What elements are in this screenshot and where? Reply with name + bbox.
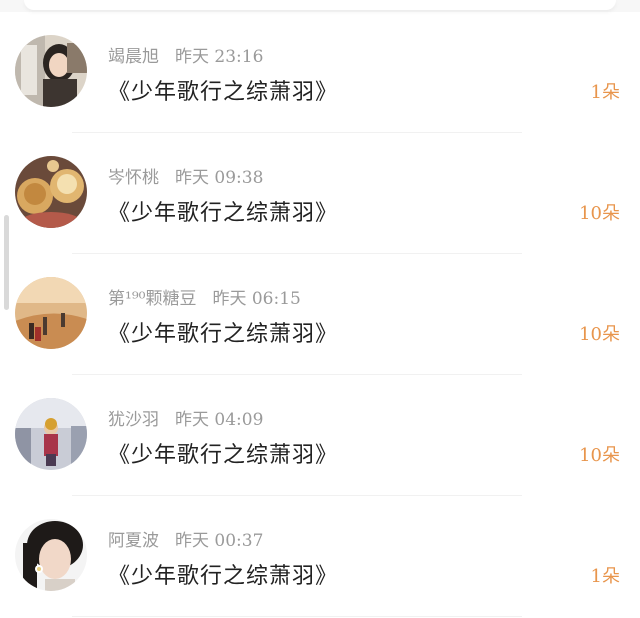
- user-name[interactable]: 第¹⁹⁰颗糖豆: [108, 289, 196, 309]
- item-meta: 犹沙羽 昨天 04:09: [108, 405, 263, 430]
- flower-count: 10朵: [579, 203, 620, 224]
- list-item[interactable]: 阿夏波 昨天 00:37 《少年歌行之综萧羽》 1朵: [0, 496, 640, 617]
- list-item[interactable]: 竭晨旭 昨天 23:16 《少年歌行之综萧羽》 1朵: [0, 12, 640, 133]
- book-title[interactable]: 《少年歌行之综萧羽》: [108, 195, 338, 227]
- avatar[interactable]: [15, 277, 87, 349]
- item-time: 昨天 23:16: [175, 47, 264, 67]
- avatar-desert-figures-icon: [15, 277, 87, 349]
- flower-count: 10朵: [579, 445, 620, 466]
- gift-list: 竭晨旭 昨天 23:16 《少年歌行之综萧羽》 1朵 岑怀桃 昨天 09:38 《少…: [0, 12, 640, 617]
- avatar-food-tarts-icon: [15, 156, 87, 228]
- list-item[interactable]: 第¹⁹⁰颗糖豆 昨天 06:15 《少年歌行之综萧羽》 10朵: [0, 254, 640, 375]
- item-meta: 第¹⁹⁰颗糖豆 昨天 06:15: [108, 284, 301, 309]
- list-item[interactable]: 犹沙羽 昨天 04:09 《少年歌行之综萧羽》 10朵: [0, 375, 640, 496]
- avatar[interactable]: [15, 398, 87, 470]
- book-title[interactable]: 《少年歌行之综萧羽》: [108, 316, 338, 348]
- item-time: 昨天 09:38: [175, 168, 264, 188]
- avatar-girl-portrait-icon: [15, 35, 87, 107]
- item-meta: 竭晨旭 昨天 23:16: [108, 42, 263, 67]
- avatar[interactable]: [15, 156, 87, 228]
- avatar-figure-snow-icon: [15, 398, 87, 470]
- user-name[interactable]: 竭晨旭: [108, 47, 159, 67]
- flower-count: 1朵: [590, 82, 620, 103]
- list-item[interactable]: 岑怀桃 昨天 09:38 《少年歌行之综萧羽》 10朵: [0, 133, 640, 254]
- user-name[interactable]: 岑怀桃: [108, 168, 159, 188]
- item-time: 昨天 04:09: [175, 410, 264, 430]
- book-title[interactable]: 《少年歌行之综萧羽》: [108, 558, 338, 590]
- top-bar: [0, 0, 640, 12]
- flower-count: 10朵: [579, 324, 620, 345]
- item-meta: 岑怀桃 昨天 09:38: [108, 163, 263, 188]
- user-name[interactable]: 犹沙羽: [108, 410, 159, 430]
- flower-count: 1朵: [590, 566, 620, 587]
- divider: [72, 616, 522, 617]
- item-time: 昨天 00:37: [175, 531, 264, 551]
- user-name[interactable]: 阿夏波: [108, 531, 159, 551]
- item-meta: 阿夏波 昨天 00:37: [108, 526, 263, 551]
- avatar[interactable]: [15, 519, 87, 591]
- top-card-edge: [24, 0, 616, 10]
- book-title[interactable]: 《少年歌行之综萧羽》: [108, 437, 338, 469]
- avatar-girl-flower-icon: [15, 519, 87, 591]
- avatar[interactable]: [15, 35, 87, 107]
- item-time: 昨天 06:15: [212, 289, 301, 309]
- book-title[interactable]: 《少年歌行之综萧羽》: [108, 74, 338, 106]
